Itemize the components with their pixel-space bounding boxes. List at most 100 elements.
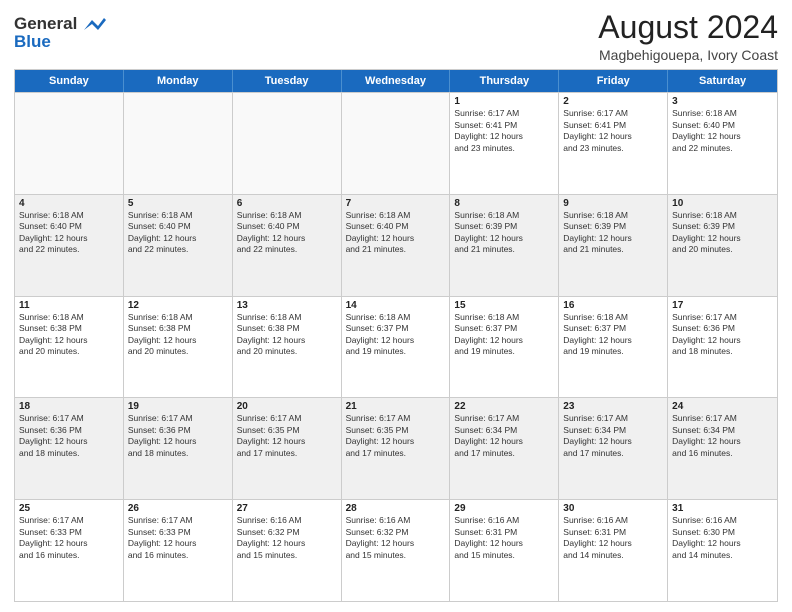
day-info: Sunrise: 6:18 AM Sunset: 6:40 PM Dayligh… xyxy=(128,210,228,256)
day-cell-2: 2Sunrise: 6:17 AM Sunset: 6:41 PM Daylig… xyxy=(559,93,668,194)
day-cell-3: 3Sunrise: 6:18 AM Sunset: 6:40 PM Daylig… xyxy=(668,93,777,194)
day-cell-16: 16Sunrise: 6:18 AM Sunset: 6:37 PM Dayli… xyxy=(559,297,668,398)
day-info: Sunrise: 6:16 AM Sunset: 6:32 PM Dayligh… xyxy=(237,515,337,561)
day-info: Sunrise: 6:17 AM Sunset: 6:36 PM Dayligh… xyxy=(19,413,119,459)
header-day-sunday: Sunday xyxy=(15,70,124,92)
day-cell-29: 29Sunrise: 6:16 AM Sunset: 6:31 PM Dayli… xyxy=(450,500,559,601)
empty-cell xyxy=(233,93,342,194)
day-cell-9: 9Sunrise: 6:18 AM Sunset: 6:39 PM Daylig… xyxy=(559,195,668,296)
subtitle: Magbehigouepa, Ivory Coast xyxy=(598,47,778,63)
day-number: 26 xyxy=(128,503,228,514)
logo-general: General xyxy=(14,14,77,33)
day-number: 19 xyxy=(128,401,228,412)
day-number: 11 xyxy=(19,300,119,311)
day-number: 21 xyxy=(346,401,446,412)
day-info: Sunrise: 6:16 AM Sunset: 6:31 PM Dayligh… xyxy=(563,515,663,561)
logo-bird-icon xyxy=(84,16,106,34)
day-cell-14: 14Sunrise: 6:18 AM Sunset: 6:37 PM Dayli… xyxy=(342,297,451,398)
day-info: Sunrise: 6:17 AM Sunset: 6:41 PM Dayligh… xyxy=(454,108,554,154)
day-cell-23: 23Sunrise: 6:17 AM Sunset: 6:34 PM Dayli… xyxy=(559,398,668,499)
calendar-header: SundayMondayTuesdayWednesdayThursdayFrid… xyxy=(15,70,777,92)
day-cell-20: 20Sunrise: 6:17 AM Sunset: 6:35 PM Dayli… xyxy=(233,398,342,499)
page: General Blue August 2024 Magbehigouepa, … xyxy=(0,0,792,612)
day-cell-27: 27Sunrise: 6:16 AM Sunset: 6:32 PM Dayli… xyxy=(233,500,342,601)
day-info: Sunrise: 6:17 AM Sunset: 6:36 PM Dayligh… xyxy=(128,413,228,459)
day-info: Sunrise: 6:18 AM Sunset: 6:37 PM Dayligh… xyxy=(346,312,446,358)
day-number: 20 xyxy=(237,401,337,412)
day-cell-7: 7Sunrise: 6:18 AM Sunset: 6:40 PM Daylig… xyxy=(342,195,451,296)
calendar-row-2: 4Sunrise: 6:18 AM Sunset: 6:40 PM Daylig… xyxy=(15,194,777,296)
header-day-friday: Friday xyxy=(559,70,668,92)
calendar-row-1: 1Sunrise: 6:17 AM Sunset: 6:41 PM Daylig… xyxy=(15,92,777,194)
day-cell-28: 28Sunrise: 6:16 AM Sunset: 6:32 PM Dayli… xyxy=(342,500,451,601)
day-number: 30 xyxy=(563,503,663,514)
day-info: Sunrise: 6:17 AM Sunset: 6:34 PM Dayligh… xyxy=(672,413,773,459)
day-info: Sunrise: 6:18 AM Sunset: 6:37 PM Dayligh… xyxy=(563,312,663,358)
main-title: August 2024 xyxy=(598,10,778,45)
header-day-tuesday: Tuesday xyxy=(233,70,342,92)
day-cell-13: 13Sunrise: 6:18 AM Sunset: 6:38 PM Dayli… xyxy=(233,297,342,398)
day-info: Sunrise: 6:18 AM Sunset: 6:40 PM Dayligh… xyxy=(672,108,773,154)
day-info: Sunrise: 6:16 AM Sunset: 6:32 PM Dayligh… xyxy=(346,515,446,561)
day-number: 9 xyxy=(563,198,663,209)
calendar-row-3: 11Sunrise: 6:18 AM Sunset: 6:38 PM Dayli… xyxy=(15,296,777,398)
day-cell-15: 15Sunrise: 6:18 AM Sunset: 6:37 PM Dayli… xyxy=(450,297,559,398)
day-info: Sunrise: 6:17 AM Sunset: 6:35 PM Dayligh… xyxy=(346,413,446,459)
day-info: Sunrise: 6:18 AM Sunset: 6:38 PM Dayligh… xyxy=(19,312,119,358)
day-cell-10: 10Sunrise: 6:18 AM Sunset: 6:39 PM Dayli… xyxy=(668,195,777,296)
day-cell-5: 5Sunrise: 6:18 AM Sunset: 6:40 PM Daylig… xyxy=(124,195,233,296)
day-info: Sunrise: 6:17 AM Sunset: 6:34 PM Dayligh… xyxy=(563,413,663,459)
day-cell-31: 31Sunrise: 6:16 AM Sunset: 6:30 PM Dayli… xyxy=(668,500,777,601)
day-info: Sunrise: 6:18 AM Sunset: 6:38 PM Dayligh… xyxy=(128,312,228,358)
day-number: 8 xyxy=(454,198,554,209)
empty-cell xyxy=(342,93,451,194)
day-info: Sunrise: 6:18 AM Sunset: 6:38 PM Dayligh… xyxy=(237,312,337,358)
day-number: 25 xyxy=(19,503,119,514)
empty-cell xyxy=(15,93,124,194)
calendar-row-5: 25Sunrise: 6:17 AM Sunset: 6:33 PM Dayli… xyxy=(15,499,777,601)
calendar: SundayMondayTuesdayWednesdayThursdayFrid… xyxy=(14,69,778,602)
logo: General Blue xyxy=(14,14,106,51)
calendar-row-4: 18Sunrise: 6:17 AM Sunset: 6:36 PM Dayli… xyxy=(15,397,777,499)
day-number: 24 xyxy=(672,401,773,412)
day-number: 18 xyxy=(19,401,119,412)
empty-cell xyxy=(124,93,233,194)
day-cell-24: 24Sunrise: 6:17 AM Sunset: 6:34 PM Dayli… xyxy=(668,398,777,499)
day-info: Sunrise: 6:18 AM Sunset: 6:39 PM Dayligh… xyxy=(563,210,663,256)
day-number: 22 xyxy=(454,401,554,412)
day-info: Sunrise: 6:18 AM Sunset: 6:40 PM Dayligh… xyxy=(237,210,337,256)
day-info: Sunrise: 6:17 AM Sunset: 6:33 PM Dayligh… xyxy=(19,515,119,561)
day-number: 4 xyxy=(19,198,119,209)
day-cell-1: 1Sunrise: 6:17 AM Sunset: 6:41 PM Daylig… xyxy=(450,93,559,194)
header-day-saturday: Saturday xyxy=(668,70,777,92)
day-cell-17: 17Sunrise: 6:17 AM Sunset: 6:36 PM Dayli… xyxy=(668,297,777,398)
day-info: Sunrise: 6:18 AM Sunset: 6:40 PM Dayligh… xyxy=(19,210,119,256)
day-info: Sunrise: 6:17 AM Sunset: 6:33 PM Dayligh… xyxy=(128,515,228,561)
header-day-thursday: Thursday xyxy=(450,70,559,92)
day-cell-4: 4Sunrise: 6:18 AM Sunset: 6:40 PM Daylig… xyxy=(15,195,124,296)
day-info: Sunrise: 6:17 AM Sunset: 6:35 PM Dayligh… xyxy=(237,413,337,459)
day-cell-22: 22Sunrise: 6:17 AM Sunset: 6:34 PM Dayli… xyxy=(450,398,559,499)
day-cell-12: 12Sunrise: 6:18 AM Sunset: 6:38 PM Dayli… xyxy=(124,297,233,398)
header: General Blue August 2024 Magbehigouepa, … xyxy=(14,10,778,63)
day-number: 6 xyxy=(237,198,337,209)
header-day-monday: Monday xyxy=(124,70,233,92)
day-cell-11: 11Sunrise: 6:18 AM Sunset: 6:38 PM Dayli… xyxy=(15,297,124,398)
day-info: Sunrise: 6:17 AM Sunset: 6:36 PM Dayligh… xyxy=(672,312,773,358)
title-block: August 2024 Magbehigouepa, Ivory Coast xyxy=(598,10,778,63)
day-info: Sunrise: 6:18 AM Sunset: 6:40 PM Dayligh… xyxy=(346,210,446,256)
day-cell-30: 30Sunrise: 6:16 AM Sunset: 6:31 PM Dayli… xyxy=(559,500,668,601)
day-cell-19: 19Sunrise: 6:17 AM Sunset: 6:36 PM Dayli… xyxy=(124,398,233,499)
day-number: 2 xyxy=(563,96,663,107)
day-number: 1 xyxy=(454,96,554,107)
day-info: Sunrise: 6:16 AM Sunset: 6:30 PM Dayligh… xyxy=(672,515,773,561)
day-cell-25: 25Sunrise: 6:17 AM Sunset: 6:33 PM Dayli… xyxy=(15,500,124,601)
day-info: Sunrise: 6:17 AM Sunset: 6:34 PM Dayligh… xyxy=(454,413,554,459)
day-number: 3 xyxy=(672,96,773,107)
day-number: 10 xyxy=(672,198,773,209)
day-cell-26: 26Sunrise: 6:17 AM Sunset: 6:33 PM Dayli… xyxy=(124,500,233,601)
day-cell-8: 8Sunrise: 6:18 AM Sunset: 6:39 PM Daylig… xyxy=(450,195,559,296)
day-cell-18: 18Sunrise: 6:17 AM Sunset: 6:36 PM Dayli… xyxy=(15,398,124,499)
day-cell-6: 6Sunrise: 6:18 AM Sunset: 6:40 PM Daylig… xyxy=(233,195,342,296)
day-number: 23 xyxy=(563,401,663,412)
